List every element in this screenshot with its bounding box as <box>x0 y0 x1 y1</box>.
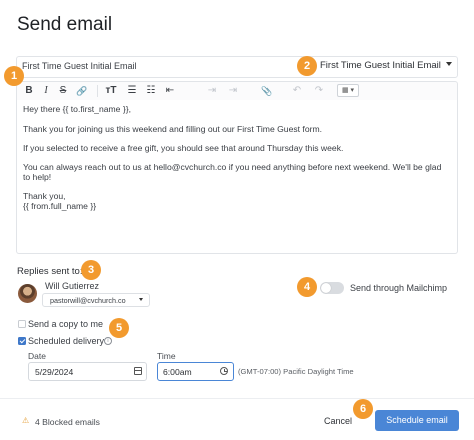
send-copy-checkbox[interactable] <box>18 320 26 328</box>
bold-button[interactable]: B <box>23 84 35 98</box>
body-line: to help! <box>23 172 52 182</box>
avatar <box>18 284 37 303</box>
body-line: Thank you for joining us this weekend an… <box>23 124 323 134</box>
timezone-label: (GMT-07:00) Pacific Daylight Time <box>238 367 354 376</box>
outdent-icon[interactable]: ⇤ <box>163 84 177 98</box>
callout-badge: 1 <box>4 66 24 86</box>
replies-label: Replies sent to: <box>17 266 83 277</box>
scheduled-delivery-label: Scheduled delivery <box>28 336 105 346</box>
link-icon[interactable]: 🔗 <box>75 84 89 98</box>
strikethrough-button[interactable]: S <box>57 84 69 98</box>
scheduled-delivery-checkbox[interactable] <box>18 337 26 345</box>
cancel-button[interactable]: Cancel <box>318 412 358 430</box>
redo-icon[interactable]: ↷ <box>312 84 326 98</box>
schedule-email-button[interactable]: Schedule email <box>375 410 459 431</box>
body-line: You can always reach out to us at hello@… <box>23 162 442 172</box>
send-copy-label: Send a copy to me <box>28 319 104 329</box>
table-icon[interactable]: ▦ ▾ <box>337 84 359 97</box>
blocked-emails-link[interactable]: 4 Blocked emails <box>35 417 100 427</box>
attachment-icon[interactable]: 📎 <box>260 84 274 98</box>
date-label: Date <box>28 351 46 361</box>
calendar-icon[interactable] <box>134 367 142 375</box>
body-line: Thank you, <box>23 191 66 201</box>
body-line: Hey there {{ to.first_name }}, <box>23 104 131 114</box>
toggle-knob <box>321 283 331 293</box>
indent-icon[interactable]: ⇥ <box>205 84 219 98</box>
template-select[interactable]: First Time Guest Initial Email <box>320 60 441 71</box>
numbered-list-icon[interactable]: ☷ <box>144 84 158 98</box>
mailchimp-label: Send through Mailchimp <box>350 283 448 293</box>
callout-badge: 2 <box>297 56 317 76</box>
footer-divider <box>0 398 474 399</box>
warning-icon: ⚠ <box>22 416 30 425</box>
clock-icon[interactable] <box>220 367 228 375</box>
mailchimp-toggle[interactable] <box>320 282 344 294</box>
subject-value: First Time Guest Initial Email <box>22 61 137 71</box>
callout-badge: 4 <box>297 277 317 297</box>
indent-more-icon[interactable]: ⇥ <box>226 84 240 98</box>
dialog-title: Send email <box>17 14 113 35</box>
body-line: {{ from.full_name }} <box>23 201 97 211</box>
chevron-down-icon[interactable] <box>139 298 143 301</box>
callout-badge: 6 <box>353 399 373 419</box>
reply-email-value: pastorwill@cvchurch.co <box>50 296 126 305</box>
italic-button[interactable]: I <box>40 84 52 98</box>
chevron-down-icon[interactable] <box>446 62 452 66</box>
undo-icon[interactable]: ↶ <box>290 84 304 98</box>
body-line: If you selected to receive a free gift, … <box>23 143 344 153</box>
time-value: 6:00am <box>163 367 192 377</box>
callout-badge: 5 <box>109 318 129 338</box>
bulleted-list-icon[interactable]: ☰ <box>125 84 139 98</box>
toolbar-divider <box>97 85 98 97</box>
date-value: 5/29/2024 <box>35 367 74 377</box>
callout-badge: 3 <box>81 260 101 280</box>
text-size-icon[interactable]: тT <box>103 84 119 98</box>
info-icon[interactable]: i <box>104 337 112 345</box>
sender-name: Will Gutierrez <box>45 281 100 291</box>
time-label: Time <box>157 351 176 361</box>
